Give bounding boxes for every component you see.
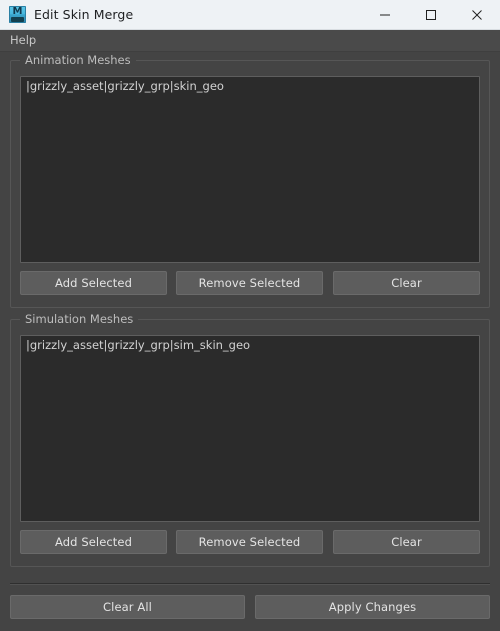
menu-bar: Help — [0, 30, 500, 52]
list-item[interactable]: |grizzly_asset|grizzly_grp|sim_skin_geo — [21, 336, 479, 355]
minimize-icon — [380, 14, 390, 15]
simulation-clear-button[interactable]: Clear — [333, 530, 480, 554]
group-title-animation-meshes: Animation Meshes — [20, 53, 136, 67]
minimize-button[interactable] — [362, 0, 408, 29]
animation-meshes-list[interactable]: |grizzly_asset|grizzly_grp|skin_geo — [20, 76, 480, 263]
animation-remove-selected-button[interactable]: Remove Selected — [176, 271, 323, 295]
simulation-meshes-list[interactable]: |grizzly_asset|grizzly_grp|sim_skin_geo — [20, 335, 480, 522]
group-title-simulation-meshes: Simulation Meshes — [20, 312, 139, 326]
footer-separator — [10, 583, 490, 585]
window-controls — [362, 0, 500, 29]
title-bar: M Edit Skin Merge — [0, 0, 500, 30]
window-title: Edit Skin Merge — [34, 7, 134, 22]
animation-add-selected-button[interactable]: Add Selected — [20, 271, 167, 295]
app-icon-letter: M — [12, 6, 23, 17]
menu-item-help[interactable]: Help — [1, 32, 43, 50]
close-icon — [472, 9, 482, 20]
apply-changes-button[interactable]: Apply Changes — [255, 595, 490, 619]
simulation-add-selected-button[interactable]: Add Selected — [20, 530, 167, 554]
maximize-icon — [426, 9, 436, 20]
animation-clear-button[interactable]: Clear — [333, 271, 480, 295]
close-button[interactable] — [454, 0, 500, 29]
dialog-body: Animation Meshes |grizzly_asset|grizzly_… — [0, 52, 500, 631]
clear-all-button[interactable]: Clear All — [10, 595, 245, 619]
list-item[interactable]: |grizzly_asset|grizzly_grp|skin_geo — [21, 77, 479, 96]
maya-app-icon: M — [9, 6, 26, 23]
app-icon-base — [11, 17, 24, 22]
maximize-button[interactable] — [408, 0, 454, 29]
simulation-remove-selected-button[interactable]: Remove Selected — [176, 530, 323, 554]
